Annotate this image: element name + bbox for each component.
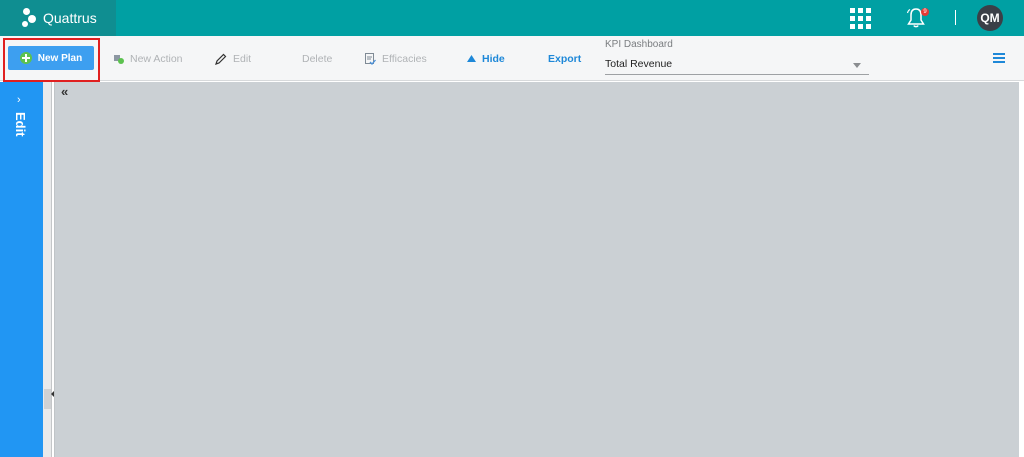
chevron-right-icon: › [17, 94, 21, 106]
top-header: Quattrus 9 QM [0, 0, 1024, 36]
chevron-down-icon [853, 63, 861, 68]
new-action-button[interactable]: New Action [114, 36, 183, 81]
new-action-icon [114, 54, 124, 64]
panel-splitter[interactable] [43, 82, 52, 457]
triangle-up-icon [467, 55, 476, 62]
kpi-dashboard-label: KPI Dashboard [605, 39, 673, 50]
user-avatar[interactable]: QM [977, 5, 1003, 31]
apps-grid-icon[interactable] [850, 8, 871, 29]
export-label: Export [548, 52, 582, 65]
hide-label: Hide [482, 52, 505, 65]
brand-logo-area[interactable]: Quattrus [0, 0, 116, 36]
pencil-icon [215, 53, 227, 65]
new-action-label: New Action [130, 52, 183, 65]
highlight-annotation [3, 38, 100, 82]
main-content-area [54, 82, 1024, 457]
efficacies-button[interactable]: Efficacies [365, 36, 427, 81]
document-check-icon [365, 52, 376, 65]
edit-side-panel-toggle[interactable]: › Edit [0, 82, 43, 457]
notification-badge: 9 [921, 8, 929, 16]
delete-label: Delete [302, 52, 333, 65]
scrollbar-track[interactable] [1019, 82, 1024, 457]
hamburger-menu-icon[interactable] [993, 53, 1005, 64]
export-button[interactable]: Export [548, 36, 581, 81]
splitter-handle[interactable] [44, 389, 51, 409]
efficacies-label: Efficacies [382, 52, 427, 65]
kpi-dashboard-select[interactable]: Total Revenue [605, 56, 869, 75]
edit-button[interactable]: Edit [215, 36, 251, 81]
brand-name: Quattrus [43, 10, 97, 26]
edit-label: Edit [233, 52, 252, 65]
collapse-panel-icon[interactable]: « [61, 84, 68, 99]
edit-panel-label: Edit [13, 112, 28, 137]
hide-button[interactable]: Hide [467, 36, 505, 81]
kpi-selected-value: Total Revenue [605, 58, 673, 70]
quattrus-logo-icon [22, 8, 38, 28]
header-divider [955, 10, 956, 25]
delete-button[interactable]: Delete [302, 36, 332, 81]
